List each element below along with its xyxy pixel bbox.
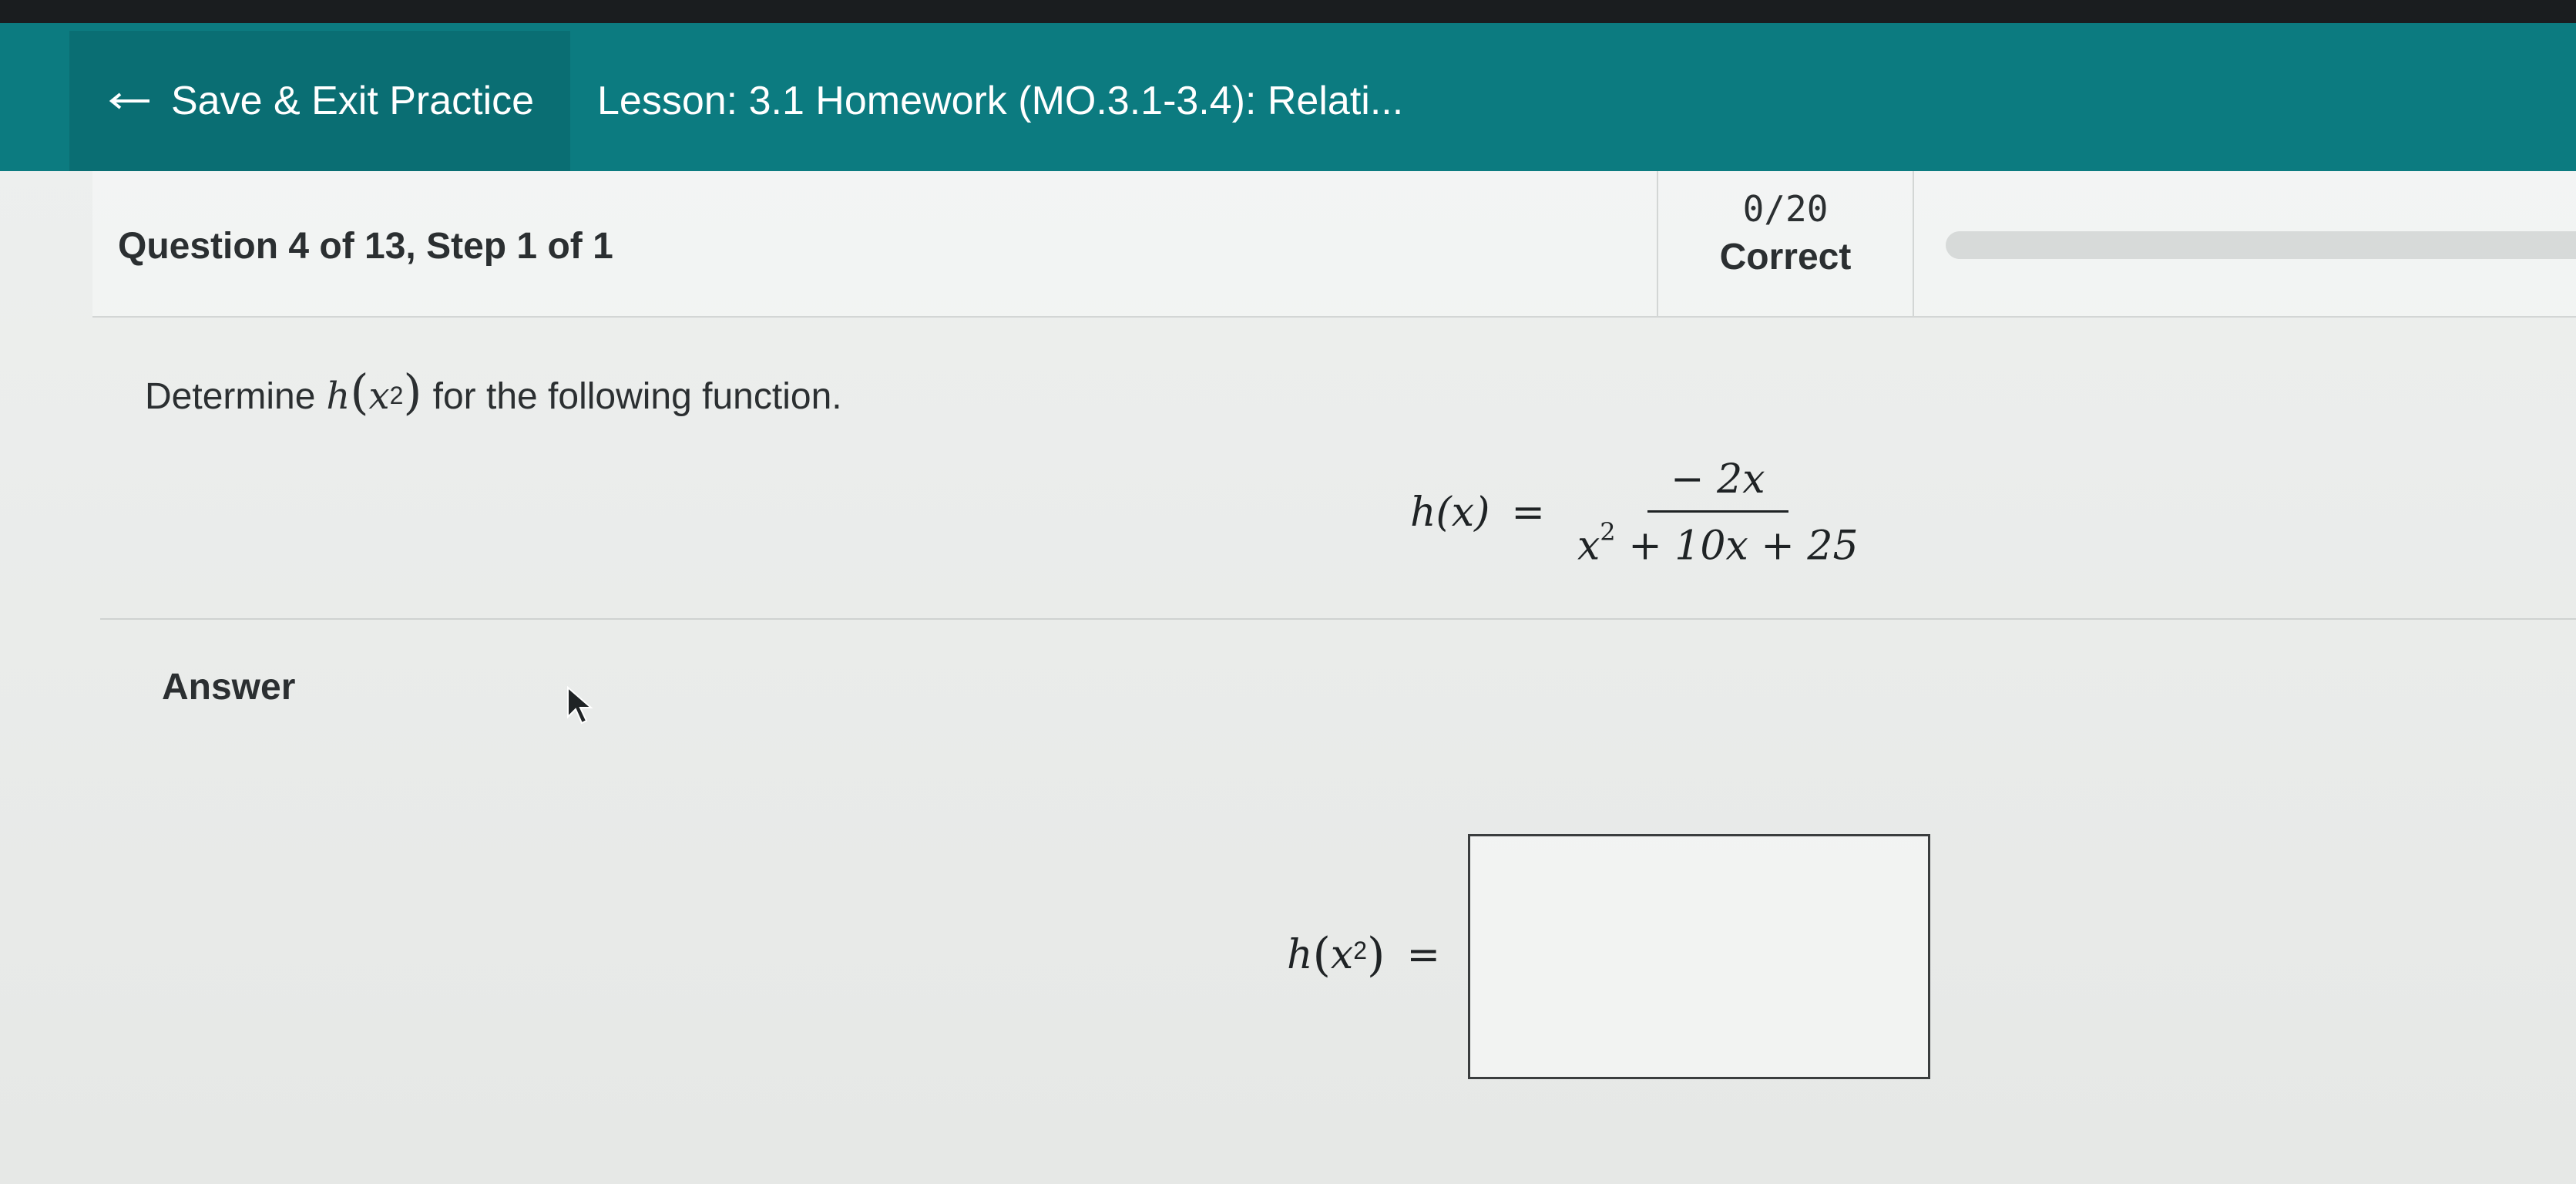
answer-label: Answer: [162, 667, 296, 708]
question-area: Determine h ( x 2 ) for the following fu…: [100, 318, 2576, 620]
question-header: Question 4 of 13, Step 1 of 1 0/20 Corre…: [92, 171, 2576, 318]
top-bar: Save & Exit Practice Lesson: 3.1 Homewor…: [0, 23, 2576, 171]
answer-equals: =: [1406, 932, 1441, 978]
answer-close-paren: ): [1367, 928, 1385, 982]
function-equation: h(x) = − 2x x2 + 10x + 25: [1410, 456, 1866, 569]
denominator-base: x: [1577, 523, 1600, 570]
score-value: 0/20: [1742, 188, 1829, 230]
save-exit-label: Save & Exit Practice: [171, 79, 535, 123]
fraction: − 2x x2 + 10x + 25: [1570, 456, 1866, 569]
numerator: − 2x: [1647, 456, 1788, 513]
denominator-rest: + 10x + 25: [1628, 523, 1859, 570]
prompt-prefix: Determine: [145, 376, 316, 417]
prompt-exponent: 2: [389, 382, 404, 409]
score-box: 0/20 Correct: [1657, 171, 1914, 316]
answer-argument: x: [1330, 932, 1354, 978]
answer-function: h: [1287, 932, 1313, 978]
equation-lhs: h(x): [1410, 489, 1490, 536]
save-exit-button[interactable]: Save & Exit Practice: [69, 31, 570, 171]
lesson-title: Lesson: 3.1 Homework (MO.3.1-3.4): Relat…: [597, 79, 1404, 123]
score-label: Correct: [1719, 237, 1852, 278]
denominator-exponent: 2: [1600, 517, 1616, 547]
prompt-suffix: for the following function.: [432, 376, 842, 417]
answer-area: Answer h ( x 2 ) =: [131, 620, 2576, 1184]
answer-open-paren: (: [1312, 928, 1331, 982]
prompt-function: h: [326, 375, 351, 418]
question-step-label: Question 4 of 13, Step 1 of 1: [118, 226, 613, 267]
equation-equals: =: [1511, 489, 1545, 536]
prompt-argument: x: [368, 375, 390, 418]
mouse-pointer-icon: [566, 685, 594, 730]
answer-equation: h ( x 2 ) =: [1287, 928, 1440, 982]
monitor-bezel: [0, 0, 2576, 23]
screen: Save & Exit Practice Lesson: 3.1 Homewor…: [0, 0, 2576, 1184]
progress-bar: [1946, 231, 2576, 259]
prompt-open-paren: (: [350, 364, 369, 420]
answer-exponent: 2: [1353, 936, 1368, 964]
arrow-left-icon: [108, 92, 151, 110]
denominator: x2 + 10x + 25: [1570, 513, 1866, 569]
prompt-close-paren: ): [403, 364, 422, 420]
answer-input[interactable]: [1468, 834, 1930, 1079]
question-prompt: Determine h ( x 2 ) for the following fu…: [145, 364, 842, 420]
